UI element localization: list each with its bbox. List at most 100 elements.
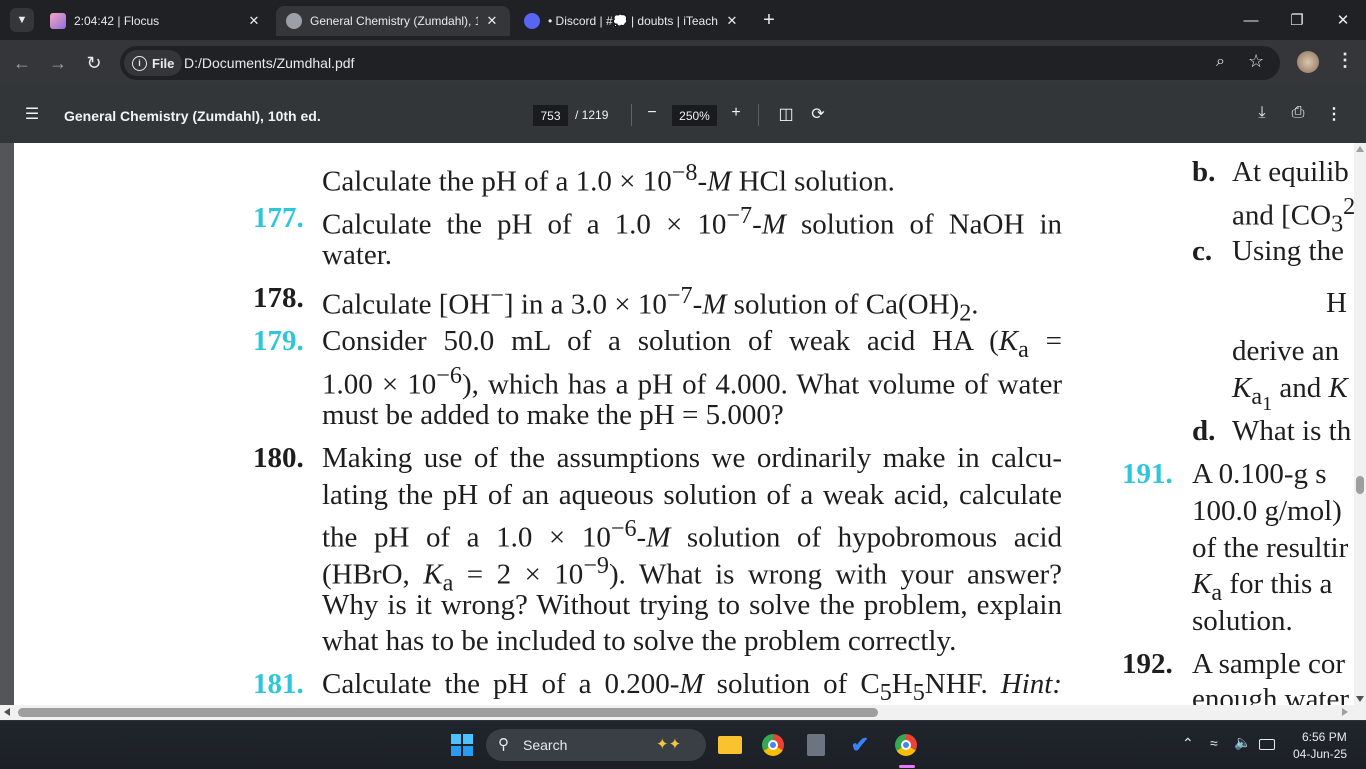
tab-pdf[interactable]: General Chemistry (Zumdahl), 1 ✕: [276, 6, 510, 36]
calculator-icon[interactable]: [802, 731, 830, 759]
problem-number: 177.: [253, 202, 304, 234]
chrome-icon[interactable]: [759, 731, 787, 759]
problem-text-line: What is th: [1232, 415, 1352, 447]
chrome-profile-icon[interactable]: [892, 731, 920, 759]
problem-text-line: Calculate the pH of a 0.200-M solution o…: [322, 668, 1062, 705]
problem-text-line: A 0.100-g s: [1192, 458, 1327, 490]
vertical-scrollbar[interactable]: [1354, 143, 1366, 705]
problem-text-line: and [CO32: [1232, 193, 1354, 238]
problem-number: 178.: [253, 282, 304, 314]
more-options-icon[interactable]: ⋮: [1322, 104, 1346, 124]
tab-title: General Chemistry (Zumdahl), 1: [310, 14, 478, 28]
problem-text-line: 100.0 g/mol): [1192, 495, 1342, 527]
tab-search-button[interactable]: ▼: [10, 8, 34, 32]
problem-number: 179.: [253, 325, 304, 357]
problem-text-line: the pH of a 1.0 × 10−6-M solution of hyp…: [322, 515, 1062, 554]
new-tab-button[interactable]: +: [758, 8, 780, 32]
page-total: / 1219: [575, 108, 609, 122]
pdf-viewport[interactable]: Calculate the pH of a 1.0 × 10−8-M HCl s…: [0, 143, 1354, 705]
pdf-page: Calculate the pH of a 1.0 × 10−8-M HCl s…: [14, 143, 1354, 705]
wifi-icon[interactable]: ≈: [1210, 735, 1218, 751]
download-icon[interactable]: ⤓: [1250, 104, 1274, 122]
zoom-input[interactable]: 250%: [672, 105, 717, 126]
problem-number: b.: [1192, 156, 1216, 188]
problem-text-line: Using the: [1232, 235, 1344, 267]
problem-text-line: derive an: [1232, 335, 1340, 367]
pdf-title: General Chemistry (Zumdahl), 10th ed.: [64, 108, 321, 124]
discord-favicon-icon: [524, 13, 540, 29]
divider: [758, 104, 759, 126]
taskbar-search-box[interactable]: ⚲ Search ✦✦: [486, 729, 706, 761]
problem-text-line: of the resultir: [1192, 532, 1349, 564]
tab-discord[interactable]: • Discord | #💭 | doubts | iTeach ✕: [514, 6, 750, 36]
scroll-down-arrow-icon[interactable]: [1356, 696, 1364, 702]
problem-text-line: lating the pH of an aqueous solution of …: [322, 479, 1062, 511]
search-icon: ⚲: [498, 736, 509, 753]
file-explorer-icon[interactable]: [716, 731, 744, 759]
zoom-in-button[interactable]: +: [724, 104, 748, 122]
back-button[interactable]: ←: [10, 51, 34, 75]
flocus-favicon-icon: [50, 13, 66, 29]
close-tab-icon[interactable]: ✕: [724, 13, 740, 29]
problem-text-line: A sample cor: [1192, 648, 1346, 680]
sparkle-icon: ✦✦: [656, 736, 682, 753]
reload-button[interactable]: ↻: [82, 51, 106, 75]
close-tab-icon[interactable]: ✕: [484, 13, 500, 29]
page-number-input[interactable]: 753: [533, 105, 568, 126]
profile-avatar[interactable]: [1297, 51, 1319, 73]
problem-text-line: At equilib: [1232, 156, 1349, 188]
minimize-button[interactable]: —: [1228, 0, 1274, 40]
todo-check-icon[interactable]: ✔: [846, 731, 874, 759]
problem-text-line: Calculate the pH of a 1.0 × 10−7-M solut…: [322, 202, 1062, 241]
zoom-icon[interactable]: ⌕: [1216, 53, 1225, 71]
scroll-right-arrow-icon[interactable]: [1342, 708, 1348, 716]
scroll-up-arrow-icon[interactable]: [1356, 146, 1364, 152]
address-bar[interactable]: i File D:/Documents/Zumdhal.pdf ⌕ ☆: [120, 46, 1280, 80]
problem-text-line: Why is it wrong? Without trying to solve…: [322, 589, 1062, 621]
problem-number: c.: [1192, 235, 1213, 267]
kebab-menu-icon[interactable]: ⋮: [1336, 50, 1354, 71]
zoom-out-button[interactable]: −: [640, 104, 664, 122]
problem-number: 192.: [1122, 648, 1173, 680]
pdf-toolbar: ☰ General Chemistry (Zumdahl), 10th ed. …: [0, 86, 1366, 143]
url-text[interactable]: D:/Documents/Zumdhal.pdf: [184, 55, 354, 71]
hamburger-menu-icon[interactable]: ☰: [20, 104, 44, 124]
restore-button[interactable]: ❐: [1274, 0, 1320, 40]
tab-title: 2:04:42 | Flocus: [74, 14, 160, 28]
close-tab-icon[interactable]: ✕: [246, 13, 262, 29]
problem-text-line: Ka for this a: [1192, 568, 1333, 606]
tab-title: • Discord | #💭 | doubts | iTeach: [548, 14, 718, 28]
vertical-scroll-thumb[interactable]: [1356, 476, 1364, 494]
browser-toolbar: ← → ↻ i File D:/Documents/Zumdhal.pdf ⌕ …: [0, 40, 1366, 86]
close-window-button[interactable]: ✕: [1320, 0, 1366, 40]
problem-text-line: Calculate [OH−] in a 3.0 × 10−7-M soluti…: [322, 282, 979, 327]
clock-date[interactable]: 04-Jun-25: [1293, 747, 1347, 761]
volume-muted-icon[interactable]: 🔈: [1234, 734, 1251, 751]
horizontal-scroll-thumb[interactable]: [18, 708, 878, 717]
scroll-left-arrow-icon[interactable]: [4, 708, 10, 716]
chevron-up-icon[interactable]: ⌃: [1182, 735, 1194, 752]
problem-text-line: Consider 50.0 mL of a solution of weak a…: [322, 325, 1063, 363]
divider: [631, 104, 632, 126]
fit-page-icon[interactable]: ◫: [774, 104, 798, 124]
clock-time[interactable]: 6:56 PM: [1302, 730, 1347, 744]
horizontal-scrollbar[interactable]: [0, 705, 1366, 720]
tab-strip: ▼ 2:04:42 | Flocus ✕ General Chemistry (…: [0, 0, 1366, 40]
problem-text-line: what has to be included to solve the pro…: [322, 625, 957, 657]
chevron-down-icon: ▼: [16, 14, 28, 26]
battery-icon[interactable]: [1259, 739, 1275, 750]
problem-text-line: water.: [322, 239, 393, 271]
info-icon: i: [132, 55, 147, 71]
tab-flocus[interactable]: 2:04:42 | Flocus ✕: [40, 6, 272, 36]
problem-text-line: enough water: [1192, 683, 1350, 705]
bookmark-star-icon[interactable]: ☆: [1248, 51, 1264, 72]
forward-button[interactable]: →: [46, 51, 70, 75]
problem-number: 191.: [1122, 458, 1173, 490]
problem-number: 180.: [253, 442, 304, 474]
problem-text-line: solution.: [1192, 605, 1293, 637]
problem-text-line: H: [1326, 287, 1347, 319]
windows-start-icon[interactable]: [448, 731, 476, 759]
print-icon[interactable]: ⎙: [1286, 104, 1310, 122]
site-info-chip[interactable]: i File: [124, 50, 183, 76]
rotate-icon[interactable]: ⟳: [806, 104, 830, 124]
